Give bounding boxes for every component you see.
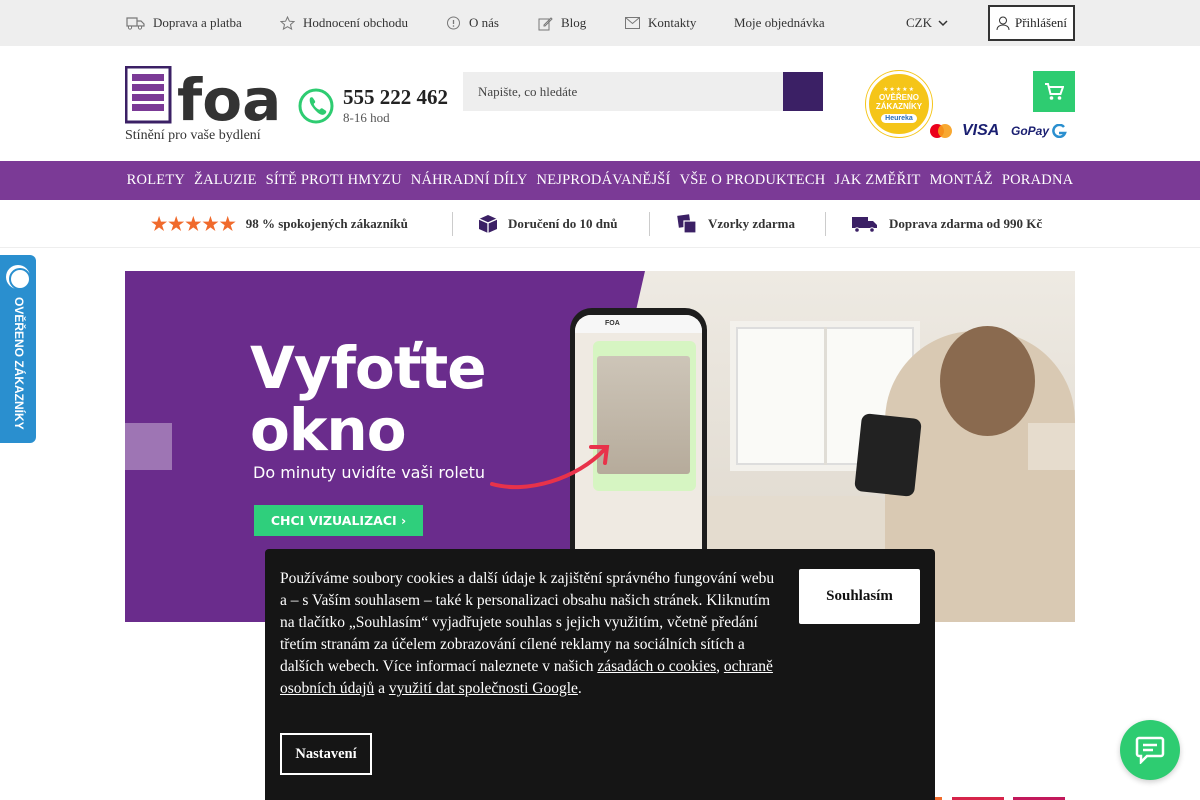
phone-icon xyxy=(298,88,334,124)
benefit-free-shipping: Doprava zdarma od 990 Kč xyxy=(851,200,1042,248)
search-button[interactable] xyxy=(783,72,823,111)
cookie-banner: Používáme soubory cookies a další údaje … xyxy=(265,549,935,800)
samples-icon xyxy=(677,214,697,234)
badge-line2: ZÁKAZNÍKY xyxy=(875,101,923,111)
nav-item-vse-o-produktech[interactable]: VŠE O PRODUKTECH xyxy=(675,172,830,189)
verified-seal-icon xyxy=(6,265,31,290)
benefit-samples: Vzorky zdarma xyxy=(676,200,795,248)
carousel-next-button[interactable] xyxy=(1028,423,1075,470)
reviews-link[interactable]: Hodnocení obchodu xyxy=(280,0,408,46)
verified-customers-tab[interactable]: OVĚŘENO ZÁKAZNÍKY xyxy=(0,255,36,443)
cookie-settings-button[interactable]: Nastavení xyxy=(280,733,372,775)
verified-tab-label: OVĚŘENO ZÁKAZNÍKY xyxy=(12,297,26,430)
blog-label: Blog xyxy=(561,15,587,30)
gopay-logo: GoPay xyxy=(1011,122,1067,140)
samples-label: Vzorky zdarma xyxy=(708,216,796,231)
contacts-label: Kontakty xyxy=(648,15,697,30)
logo[interactable]: foa xyxy=(124,65,290,134)
benefit-delivery: Doručení do 10 dnů xyxy=(478,200,617,248)
chevron-down-icon xyxy=(938,20,948,27)
pencil-note-icon xyxy=(538,16,553,30)
contacts-link[interactable]: Kontakty xyxy=(625,0,696,46)
divider xyxy=(452,212,453,236)
hero-title-line2: okno xyxy=(250,396,407,464)
info-bubble-icon xyxy=(447,16,460,29)
cart-button[interactable] xyxy=(1033,71,1075,112)
hero-subtitle: Do minuty uvidíte vaši roletu xyxy=(253,463,486,482)
hero-woman-head xyxy=(940,326,1035,436)
divider xyxy=(649,212,650,236)
star-outline-icon xyxy=(280,15,295,30)
chat-bubble-icon xyxy=(1135,736,1165,764)
chat-button[interactable] xyxy=(1120,720,1180,780)
hero-title: Vyfoťte okno xyxy=(250,334,487,464)
rating-stars: ★★★★★ xyxy=(151,213,236,234)
benefits-bar: ★★★★★ 98 % spokojených zákazníků Doručen… xyxy=(0,200,1200,248)
envelope-icon xyxy=(625,17,640,29)
nav-item-jak-zmerit[interactable]: JAK ZMĚŘIT xyxy=(830,172,925,189)
logo-text: foa xyxy=(177,66,281,126)
heureka-verified-badge[interactable]: ★★★★★ OVĚŘENO ZÁKAZNÍKY Heureka xyxy=(866,71,932,137)
divider xyxy=(825,212,826,236)
nav-item-site[interactable]: SÍTĚ PROTI HMYZU xyxy=(261,172,406,189)
orders-label: Moje objednávka xyxy=(734,15,825,30)
login-label: Přihlášení xyxy=(1015,15,1067,30)
cookie-separator: , xyxy=(716,658,724,675)
shipping-link[interactable]: Doprava a platba xyxy=(126,0,242,46)
badge-line1: OVĚŘENO xyxy=(878,92,919,102)
google-data-link[interactable]: využití dat společnosti Google xyxy=(389,680,578,697)
currency-select[interactable]: CZK xyxy=(906,0,948,46)
nav-item-poradna[interactable]: PORADNA xyxy=(997,172,1078,189)
logo-mark: foa xyxy=(124,65,281,134)
nav-item-zaluzie[interactable]: ŽALUZIE xyxy=(190,172,262,189)
about-link[interactable]: O nás xyxy=(446,0,499,46)
search-input[interactable] xyxy=(463,72,783,111)
cart-icon xyxy=(1045,82,1064,100)
nav-item-nahradni-dily[interactable]: NÁHRADNÍ DÍLY xyxy=(406,172,532,189)
nav-item-nejprodavanejsi[interactable]: NEJPRODÁVANĚJŠÍ xyxy=(532,172,675,189)
hero-hand-phone xyxy=(854,413,922,497)
hero-cta-button[interactable]: CHCI VIZUALIZACI › xyxy=(254,505,423,536)
shipping-label: Doprava a platba xyxy=(153,15,242,30)
truck-icon xyxy=(126,17,145,30)
phone-number[interactable]: 555 222 462 xyxy=(343,85,448,110)
delivery-truck-icon xyxy=(852,217,877,233)
cookie-period: . xyxy=(577,680,582,697)
login-button[interactable]: Přihlášení xyxy=(988,5,1075,41)
reviews-label: Hodnocení obchodu xyxy=(303,15,409,30)
main-nav: ROLETY ŽALUZIE SÍTĚ PROTI HMYZU NÁHRADNÍ… xyxy=(0,161,1200,200)
cookie-separator: a xyxy=(374,680,389,697)
nav-item-montaz[interactable]: MONTÁŽ xyxy=(925,172,997,189)
badge-stars: ★★★★★ xyxy=(883,86,915,93)
satisfied-label: 98 % spokojených zákazníků xyxy=(245,216,408,231)
cookie-agree-button[interactable]: Souhlasím xyxy=(799,569,920,624)
mastercard-icon xyxy=(930,124,952,138)
nav-item-rolety[interactable]: ROLETY xyxy=(122,172,189,189)
blog-link[interactable]: Blog xyxy=(538,0,586,46)
currency-value: CZK xyxy=(906,15,932,30)
free-shipping-label: Doprava zdarma od 990 Kč xyxy=(889,216,1043,231)
cookie-text: Používáme soubory cookies a další údaje … xyxy=(280,568,780,700)
hero-title-line1: Vyfoťte xyxy=(250,334,487,402)
benefit-satisfied: ★★★★★ 98 % spokojených zákazníků xyxy=(151,200,408,248)
phone-hours: 8-16 hod xyxy=(343,110,390,125)
hero-phone-app-label: FOA xyxy=(575,315,702,333)
top-bar: Doprava a platba Hodnocení obchodu O nás… xyxy=(0,0,1200,46)
about-label: O nás xyxy=(469,15,499,30)
red-arrow-icon xyxy=(490,445,610,489)
gopay-g-icon xyxy=(1052,124,1067,138)
delivery-label: Doručení do 10 dnů xyxy=(508,216,618,231)
orders-link[interactable]: Moje objednávka xyxy=(734,0,825,46)
carousel-prev-button[interactable] xyxy=(125,423,172,470)
user-icon xyxy=(996,16,1010,30)
visa-logo: VISA xyxy=(962,122,1000,139)
box-icon xyxy=(478,215,498,233)
cookie-policy-link[interactable]: zásadách o cookies xyxy=(597,658,716,675)
tagline: Stínění pro vaše bydlení xyxy=(125,128,261,143)
gopay-label: GoPay xyxy=(1011,124,1050,138)
badge-brand: Heureka xyxy=(881,113,917,123)
